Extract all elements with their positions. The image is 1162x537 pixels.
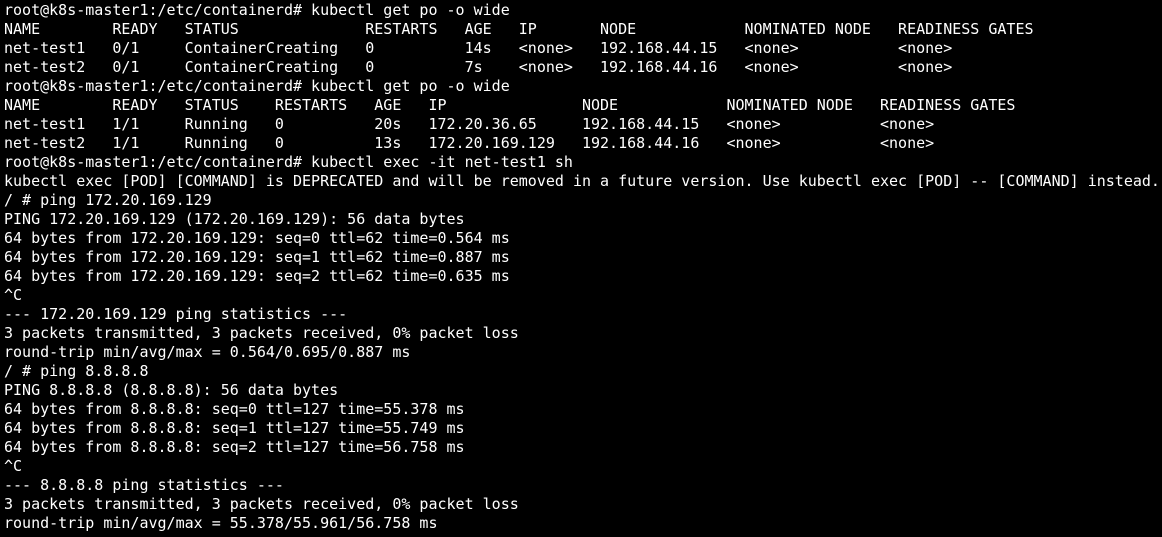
- terminal-line: net-test1 0/1 ContainerCreating 0 14s <n…: [4, 39, 953, 57]
- terminal-line: / # ping 172.20.169.129: [4, 191, 212, 209]
- terminal-line: 64 bytes from 172.20.169.129: seq=2 ttl=…: [4, 267, 510, 285]
- terminal-line: 3 packets transmitted, 3 packets receive…: [4, 495, 519, 513]
- terminal-window[interactable]: root@k8s-master1:/etc/containerd# kubect…: [0, 0, 1162, 537]
- terminal-line: PING 8.8.8.8 (8.8.8.8): 56 data bytes: [4, 381, 339, 399]
- terminal-line: NAME READY STATUS RESTARTS AGE IP NODE N…: [4, 20, 1034, 38]
- terminal-line: 3 packets transmitted, 3 packets receive…: [4, 324, 519, 342]
- terminal-line: NAME READY STATUS RESTARTS AGE IP NODE N…: [4, 96, 1016, 114]
- terminal-line: / # ping 8.8.8.8: [4, 362, 149, 380]
- terminal-line: --- 8.8.8.8 ping statistics ---: [4, 476, 284, 494]
- terminal-line: ^C: [4, 457, 23, 475]
- terminal-line: ^C: [4, 286, 23, 304]
- terminal-line: kubectl exec [POD] [COMMAND] is DEPRECAT…: [4, 172, 1160, 190]
- terminal-line: round-trip min/avg/max = 55.378/55.961/5…: [4, 514, 438, 532]
- terminal-prompt-line[interactable]: [4, 533, 1162, 537]
- terminal-line: PING 172.20.169.129 (172.20.169.129): 56…: [4, 210, 465, 228]
- terminal-line: net-test2 1/1 Running 0 13s 172.20.169.1…: [4, 134, 935, 152]
- terminal-line: 64 bytes from 172.20.169.129: seq=1 ttl=…: [4, 248, 510, 266]
- terminal-line: --- 172.20.169.129 ping statistics ---: [4, 305, 348, 323]
- terminal-line: root@k8s-master1:/etc/containerd# kubect…: [4, 153, 573, 171]
- terminal-line: root@k8s-master1:/etc/containerd# kubect…: [4, 1, 510, 19]
- terminal-line: 64 bytes from 8.8.8.8: seq=0 ttl=127 tim…: [4, 400, 465, 418]
- terminal-line: 64 bytes from 8.8.8.8: seq=2 ttl=127 tim…: [4, 438, 465, 456]
- terminal-line: net-test1 1/1 Running 0 20s 172.20.36.65…: [4, 115, 935, 133]
- terminal-line: round-trip min/avg/max = 0.564/0.695/0.8…: [4, 343, 411, 361]
- terminal-line: net-test2 0/1 ContainerCreating 0 7s <no…: [4, 58, 953, 76]
- terminal-line: 64 bytes from 8.8.8.8: seq=1 ttl=127 tim…: [4, 419, 465, 437]
- terminal-line: root@k8s-master1:/etc/containerd# kubect…: [4, 77, 510, 95]
- terminal-line: 64 bytes from 172.20.169.129: seq=0 ttl=…: [4, 229, 510, 247]
